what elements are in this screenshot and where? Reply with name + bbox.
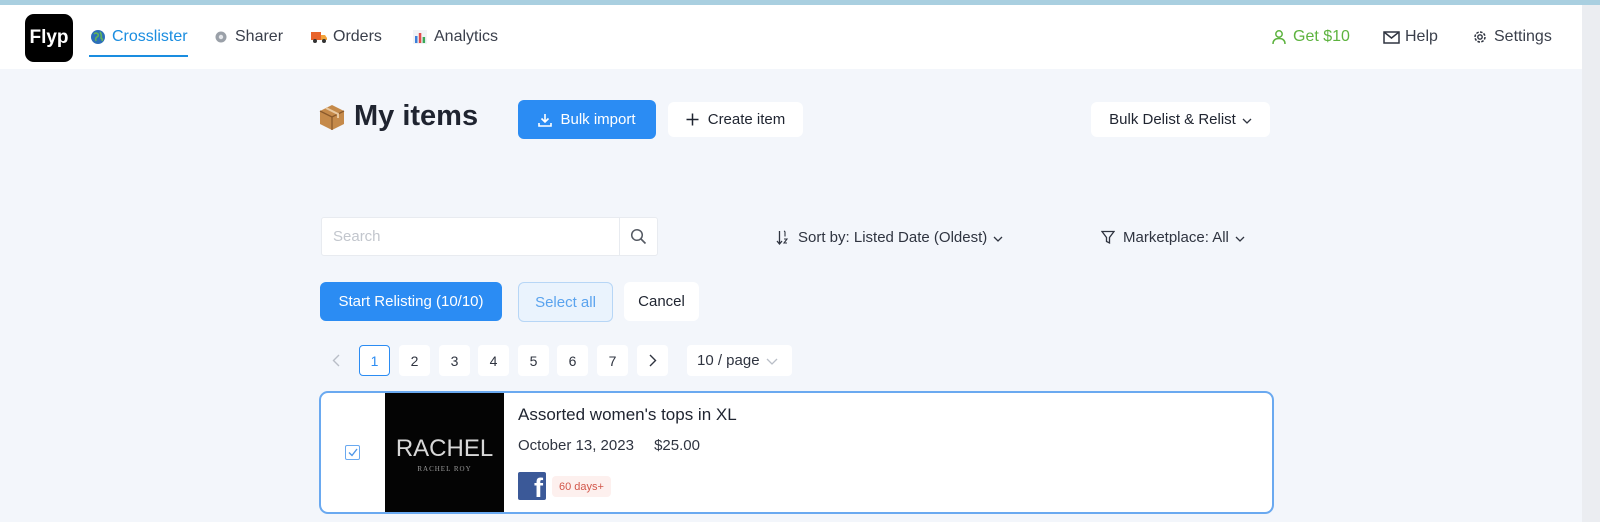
facebook-icon[interactable]: f <box>518 472 546 500</box>
pagination-page-2[interactable]: 2 <box>399 345 430 376</box>
help-link[interactable]: Help <box>1382 5 1438 69</box>
nav-analytics[interactable]: Analytics <box>411 5 498 69</box>
download-icon <box>538 113 553 127</box>
mail-icon <box>1382 28 1400 46</box>
page-number: 1 <box>370 352 379 369</box>
select-all-label: Select all <box>535 293 596 311</box>
page-size-select[interactable]: 10 / page <box>687 345 792 376</box>
item-checkbox[interactable] <box>345 445 360 460</box>
start-relisting-label: Start Relisting (10/10) <box>338 293 484 310</box>
listing-age-badge: 60 days+ <box>552 476 611 497</box>
nav-crosslister[interactable]: Crosslister <box>89 5 188 69</box>
chevron-down-icon <box>1235 229 1245 246</box>
page-number: 5 <box>529 352 538 369</box>
help-label: Help <box>1405 28 1438 45</box>
bulk-import-button[interactable]: Bulk import <box>518 100 656 139</box>
top-nav-bar: Flyp Crosslister Sharer Orders Analytics… <box>0 5 1582 69</box>
cancel-label: Cancel <box>638 293 685 310</box>
create-item-button[interactable]: Create item <box>668 102 803 137</box>
flyp-logo[interactable]: Flyp <box>25 14 73 62</box>
bulk-import-label: Bulk import <box>560 111 636 128</box>
get-10-label: Get $10 <box>1293 28 1350 45</box>
bulk-delist-label: Bulk Delist & Relist <box>1109 111 1236 128</box>
check-icon <box>348 448 358 457</box>
page-number: 7 <box>608 352 617 369</box>
nav-crosslister-label: Crosslister <box>112 28 188 45</box>
select-all-button[interactable]: Select all <box>518 282 613 322</box>
pagination-next-button[interactable] <box>637 345 668 376</box>
sort-dropdown[interactable]: Sort by: Listed Date (Oldest) <box>776 222 1003 252</box>
chevron-down-icon <box>1242 111 1252 128</box>
cancel-button[interactable]: Cancel <box>624 282 699 321</box>
search-icon <box>630 228 647 245</box>
get-10-link[interactable]: Get $10 <box>1270 5 1350 69</box>
item-card[interactable]: RACHEL RACHEL ROY Assorted women's tops … <box>319 391 1274 514</box>
pagination-page-5[interactable]: 5 <box>518 345 549 376</box>
marketplace-label: Marketplace: All <box>1123 228 1229 246</box>
chevron-down-icon <box>766 352 778 369</box>
sort-label: Sort by: Listed Date (Oldest) <box>798 228 988 246</box>
globe-icon <box>89 28 107 46</box>
item-price: $25.00 <box>654 437 700 454</box>
plus-icon <box>686 113 699 126</box>
item-meta: October 13, 2023 $25.00 <box>518 437 700 454</box>
search-input[interactable] <box>322 218 619 255</box>
start-relisting-button[interactable]: Start Relisting (10/10) <box>320 282 502 321</box>
nav-analytics-label: Analytics <box>434 28 499 45</box>
settings-link[interactable]: Settings <box>1471 5 1552 69</box>
user-icon <box>1270 28 1288 46</box>
search-button[interactable] <box>619 218 657 255</box>
page-size-value: 10 / page <box>697 352 760 369</box>
nav-sharer-label: Sharer <box>235 28 284 45</box>
nav-sharer[interactable]: Sharer <box>212 5 283 69</box>
page-number: 2 <box>410 352 419 369</box>
pagination-page-3[interactable]: 3 <box>439 345 470 376</box>
pagination-page-6[interactable]: 6 <box>557 345 588 376</box>
gear-small-icon <box>212 28 230 46</box>
page-number: 4 <box>489 352 498 369</box>
filter-icon <box>1101 230 1115 245</box>
page-title: My items <box>318 100 478 133</box>
sort-icon <box>776 230 790 245</box>
nav-orders[interactable]: Orders <box>310 5 382 69</box>
chevron-down-icon <box>993 229 1003 246</box>
pagination-prev-button[interactable] <box>320 345 351 376</box>
item-date: October 13, 2023 <box>518 437 634 454</box>
pagination-page-7[interactable]: 7 <box>597 345 628 376</box>
pagination-page-1[interactable]: 1 <box>359 345 390 376</box>
package-icon <box>318 103 346 131</box>
truck-icon <box>310 28 328 46</box>
scrollbar[interactable] <box>1582 5 1600 522</box>
bulk-delist-relist-dropdown[interactable]: Bulk Delist & Relist <box>1091 102 1270 137</box>
chevron-left-icon <box>332 354 340 367</box>
search-box <box>321 217 658 256</box>
settings-label: Settings <box>1494 28 1552 45</box>
item-title[interactable]: Assorted women's tops in XL <box>518 405 737 425</box>
nav-orders-label: Orders <box>333 28 382 45</box>
page-number: 3 <box>450 352 459 369</box>
thumbnail-brand-text: RACHEL <box>395 434 494 462</box>
pagination-page-4[interactable]: 4 <box>478 345 509 376</box>
logo-text: Flyp <box>29 27 69 48</box>
thumbnail-sub-text: RACHEL ROY <box>417 464 472 473</box>
bar-chart-icon <box>411 28 429 46</box>
gear-icon <box>1471 28 1489 46</box>
page-title-text: My items <box>354 100 479 132</box>
item-thumbnail[interactable]: RACHEL RACHEL ROY <box>385 393 504 512</box>
page-number: 6 <box>568 352 577 369</box>
marketplace-filter-dropdown[interactable]: Marketplace: All <box>1101 222 1245 252</box>
create-item-label: Create item <box>707 111 786 128</box>
chevron-right-icon <box>649 354 657 367</box>
